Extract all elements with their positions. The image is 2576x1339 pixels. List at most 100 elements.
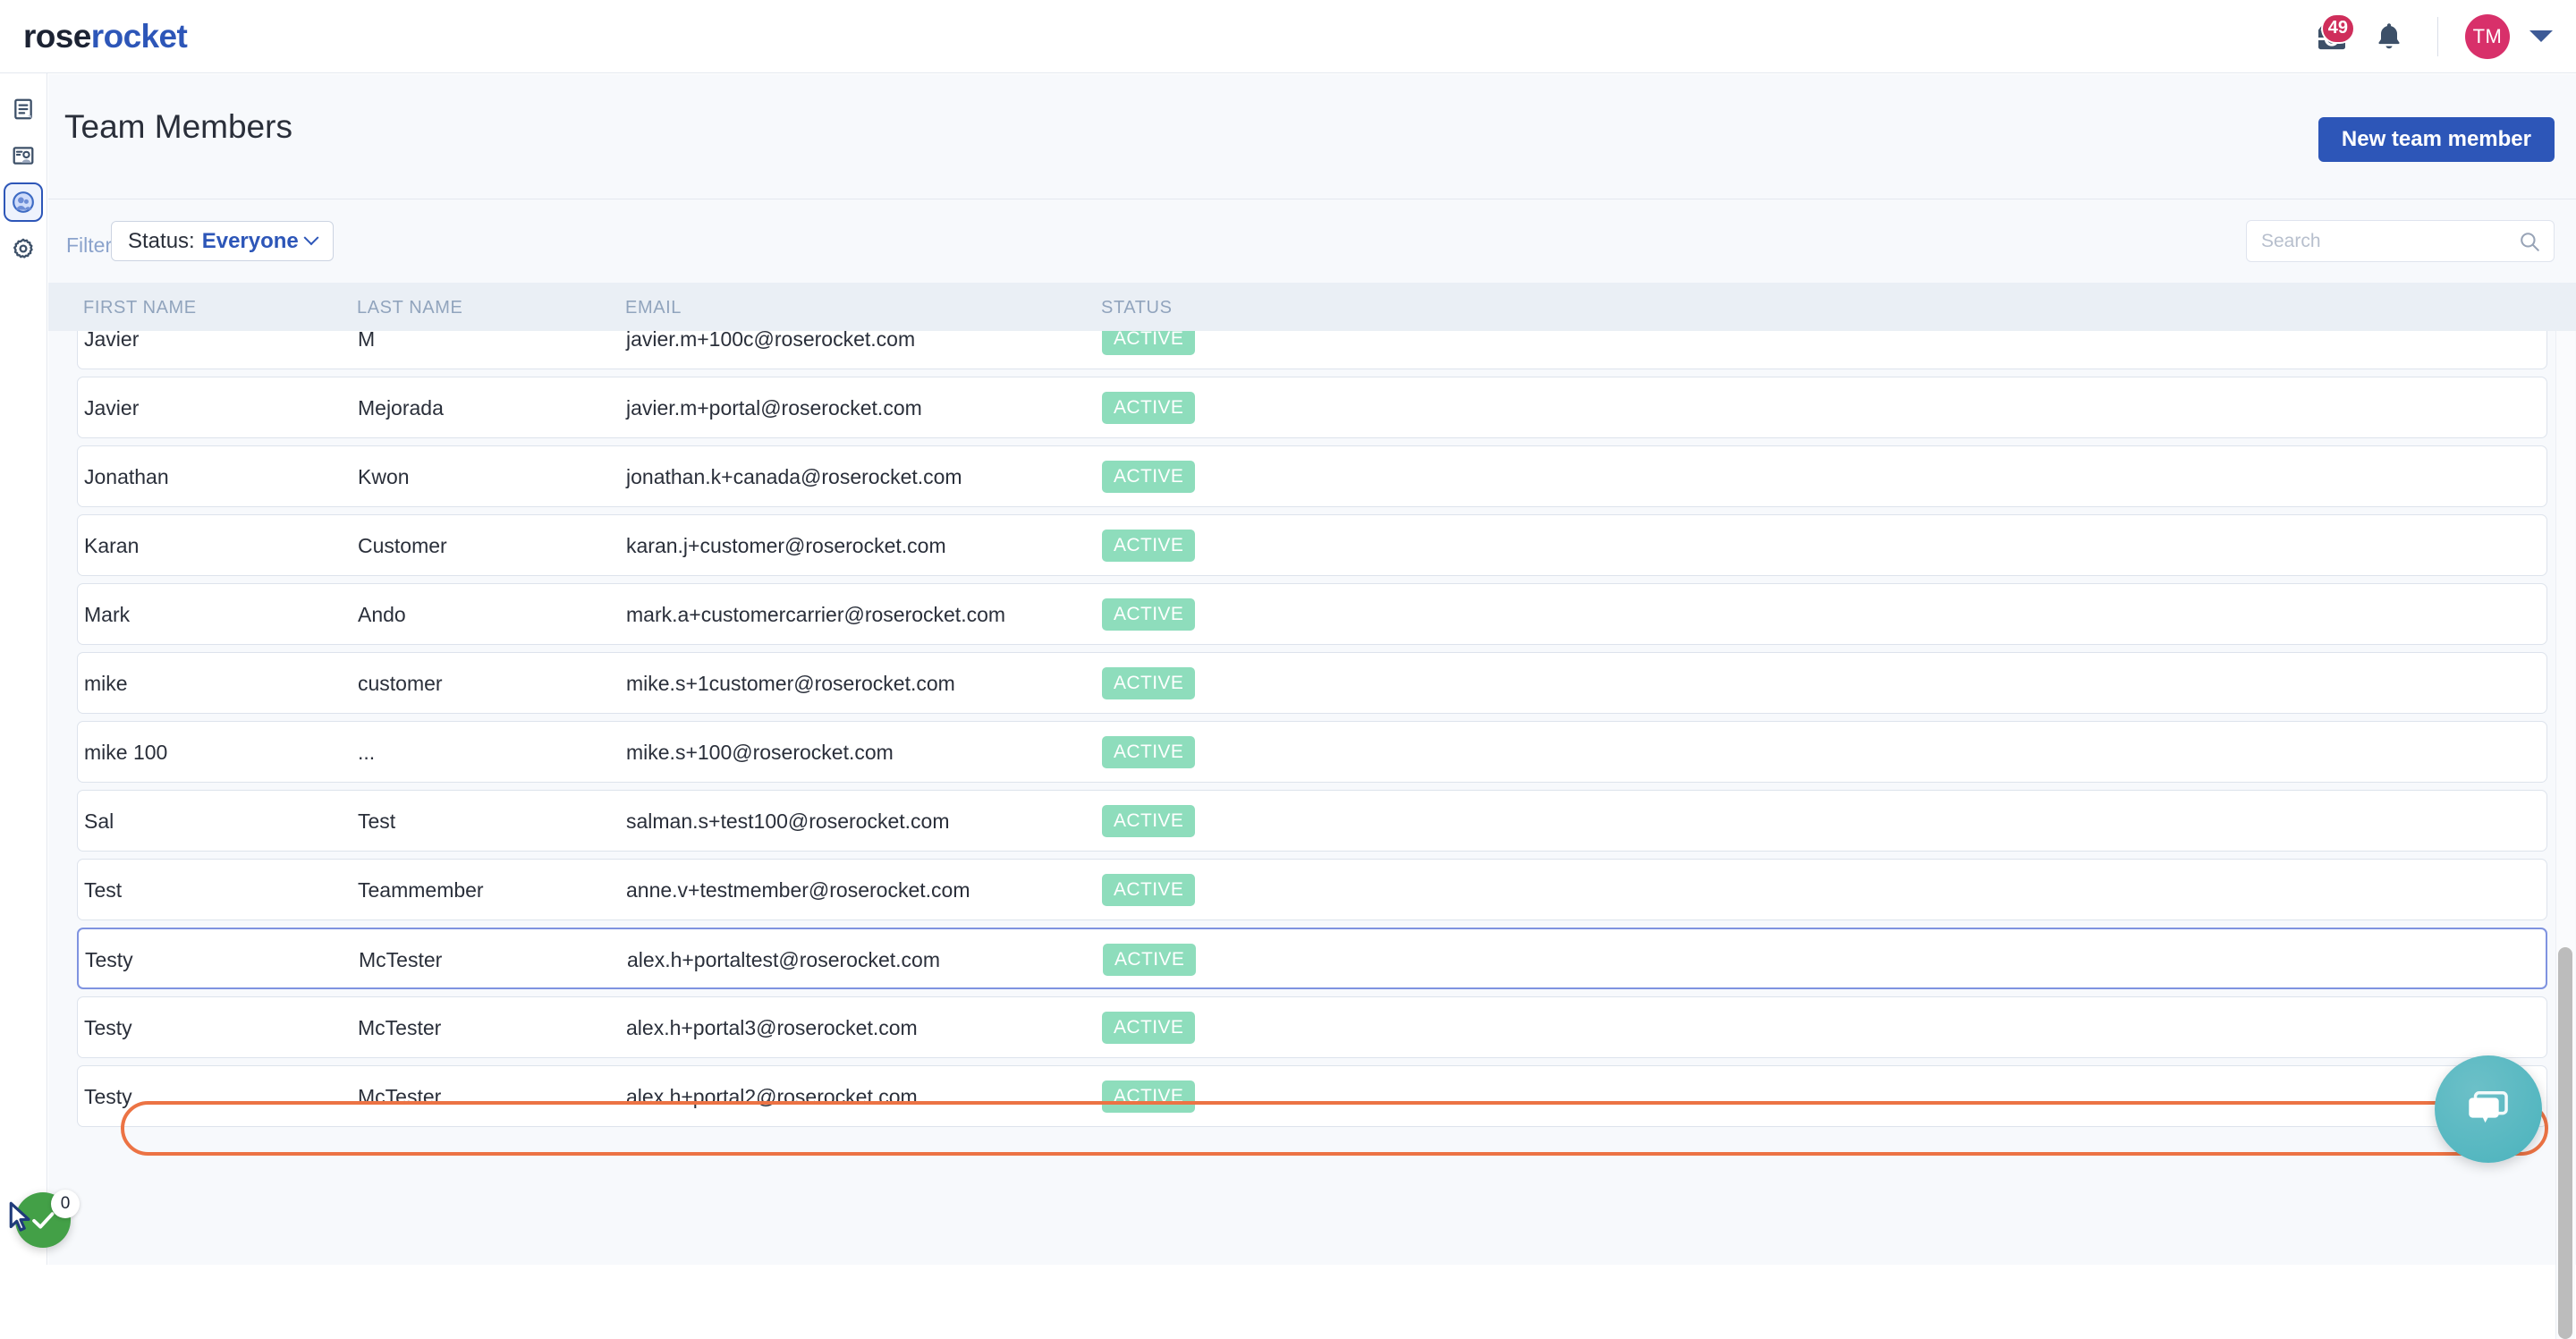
cell-email: anne.v+testmember@roserocket.com — [626, 878, 970, 903]
cell-email: javier.m+portal@roserocket.com — [626, 396, 922, 420]
search-box[interactable] — [2246, 220, 2555, 262]
filter-bar: Filters Status: Everyone — [48, 199, 2576, 283]
id-card-icon — [12, 144, 35, 167]
column-header-first-name[interactable]: FIRST NAME — [83, 298, 197, 318]
status-badge: ACTIVE — [1102, 1012, 1195, 1044]
search-input[interactable] — [2247, 231, 2518, 252]
app-logo[interactable]: roserocket — [23, 18, 187, 55]
cell-status: ACTIVE — [1102, 1081, 1195, 1113]
inbox-button[interactable]: 49 — [2303, 8, 2360, 65]
cell-last-name: McTester — [359, 948, 442, 972]
cell-last-name: Kwon — [358, 465, 410, 489]
cell-first-name: Javier — [84, 396, 139, 420]
sidebar-item-documents[interactable] — [4, 89, 43, 129]
table-row[interactable]: JonathanKwonjonathan.k+canada@roserocket… — [77, 445, 2547, 507]
column-header-status[interactable]: STATUS — [1101, 298, 1173, 318]
status-badge: ACTIVE — [1102, 530, 1195, 562]
cell-status: ACTIVE — [1102, 461, 1195, 493]
status-badge: ACTIVE — [1102, 805, 1195, 837]
status-badge: ACTIVE — [1103, 944, 1196, 976]
avatar[interactable]: TM — [2465, 14, 2510, 59]
bell-icon — [2373, 21, 2405, 53]
top-bar: roserocket 49 TM — [0, 0, 2576, 73]
cell-first-name: Testy — [84, 1085, 132, 1109]
table-row[interactable]: Sal Test salman.s+test100@roserocket.com AC… — [77, 790, 2547, 852]
table-row[interactable]: MarkAndomark.a+customercarrier@roserocke… — [77, 583, 2547, 645]
column-header-last-name[interactable]: LAST NAME — [357, 298, 462, 318]
cell-last-name: McTester — [358, 1016, 441, 1040]
cell-email: alex.h+portaltest@roserocket.com — [627, 948, 940, 972]
logo-text-first: rose — [23, 18, 91, 55]
gear-icon — [11, 236, 36, 261]
status-filter-label: Status: — [128, 229, 195, 254]
cell-last-name: McTester — [358, 1085, 441, 1109]
sidebar-item-settings[interactable] — [4, 229, 43, 268]
cell-email: jonathan.k+canada@roserocket.com — [626, 465, 962, 489]
inbox-badge: 49 — [2321, 13, 2355, 44]
sidebar-item-profile-card[interactable] — [4, 136, 43, 175]
cell-first-name: Test — [84, 878, 122, 903]
cell-last-name: Mejorada — [358, 396, 444, 420]
cell-first-name: mike 100 — [84, 741, 167, 765]
cell-last-name: customer — [358, 672, 443, 696]
cell-first-name: Testy — [84, 1016, 132, 1040]
chat-bubble-icon — [2463, 1084, 2513, 1134]
cell-status: ACTIVE — [1102, 736, 1195, 768]
cell-last-name: Customer — [358, 534, 447, 558]
table-row[interactable]: TestyMcTesteralex.h+portaltest@roserocke… — [77, 928, 2547, 989]
cell-first-name: Javier — [84, 331, 139, 352]
chat-widget-button[interactable] — [2435, 1055, 2542, 1163]
cell-status: ACTIVE — [1102, 1012, 1195, 1044]
search-icon[interactable] — [2518, 230, 2541, 253]
logo-text-second: rocket — [91, 18, 187, 55]
table-row[interactable]: mikecustomermike.s+1customer@roserocket.… — [77, 652, 2547, 714]
table-row[interactable]: Test Teammember anne.v+testmember@roserock… — [77, 859, 2547, 920]
table-row[interactable]: Javier Mejorada javier.m+portal@roserocket… — [77, 377, 2547, 438]
cell-status: ACTIVE — [1102, 392, 1195, 424]
cell-first-name: Sal — [84, 809, 114, 834]
table-row[interactable]: mike 100... mike.s+100@roserocket.com ACTI… — [77, 721, 2547, 783]
cell-last-name: ... — [358, 741, 375, 765]
top-bar-actions: 49 TM — [2303, 8, 2553, 65]
cell-email: mike.s+1customer@roserocket.com — [626, 672, 955, 696]
status-badge: ACTIVE — [1102, 598, 1195, 631]
vertical-scrollbar-thumb[interactable] — [2558, 947, 2572, 1339]
table-row[interactable]: JavierMjavier.m+100c@roserocket.comACTIV… — [77, 331, 2547, 369]
document-icon — [12, 97, 35, 121]
cell-first-name: Mark — [84, 603, 130, 627]
status-badge: ACTIVE — [1102, 667, 1195, 699]
table-row[interactable]: KaranCustomerkaran.j+customer@roserocket… — [77, 514, 2547, 576]
top-bar-divider — [2437, 17, 2438, 56]
status-badge: ACTIVE — [1102, 392, 1195, 424]
cell-status: ACTIVE — [1102, 530, 1195, 562]
sidebar-item-team[interactable] — [4, 182, 43, 222]
cell-status: ACTIVE — [1103, 944, 1196, 976]
cell-last-name: Teammember — [358, 878, 484, 903]
cell-status: ACTIVE — [1102, 667, 1195, 699]
status-filter-dropdown[interactable]: Status: Everyone — [111, 221, 334, 261]
users-icon — [12, 191, 35, 214]
cell-last-name: Test — [358, 809, 395, 834]
cell-status: ACTIVE — [1102, 331, 1195, 355]
table-body: JavierMjavier.m+100c@roserocket.comACTIV… — [48, 331, 2576, 1265]
status-badge: ACTIVE — [1102, 736, 1195, 768]
status-filter-value: Everyone — [202, 229, 299, 254]
table-header-row: FIRST NAME LAST NAME EMAIL STATUS — [48, 283, 2576, 331]
cell-email: mike.s+100@roserocket.com — [626, 741, 894, 765]
left-sidebar — [0, 73, 47, 1265]
notifications-button[interactable] — [2360, 8, 2418, 65]
cell-email: mark.a+customercarrier@roserocket.com — [626, 603, 1005, 627]
new-team-member-button[interactable]: New team member — [2318, 117, 2555, 162]
table-rows-container: JavierMjavier.m+100c@roserocket.comACTIV… — [48, 331, 2576, 1134]
table-row[interactable]: Testy McTester alex.h+portal2@roserocket.c… — [77, 1065, 2547, 1127]
cell-email: alex.h+portal2@roserocket.com — [626, 1085, 918, 1109]
mouse-cursor-icon — [7, 1201, 38, 1242]
table-row[interactable]: TestyMcTesteralex.h+portal3@roserocket.c… — [77, 996, 2547, 1058]
chevron-down-icon[interactable] — [2529, 30, 2553, 42]
cell-email: salman.s+test100@roserocket.com — [626, 809, 949, 834]
page-header: Team Members New team member — [48, 74, 2576, 130]
status-badge: ACTIVE — [1102, 461, 1195, 493]
main-content: Team Members New team member Filters Sta… — [48, 74, 2576, 1265]
cell-email: javier.m+100c@roserocket.com — [626, 331, 915, 352]
column-header-email[interactable]: EMAIL — [625, 298, 682, 318]
